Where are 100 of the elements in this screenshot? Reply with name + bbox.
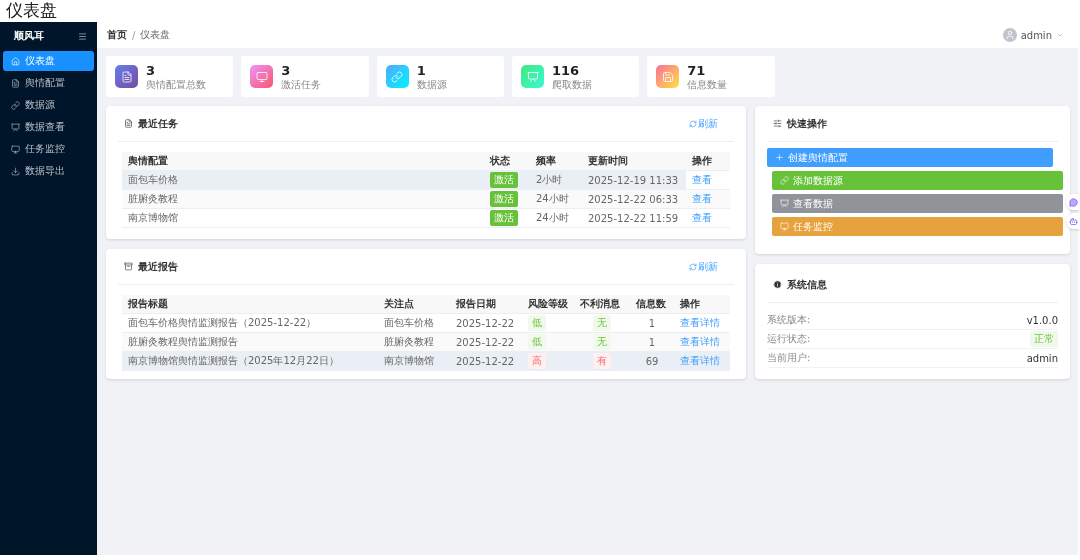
stat-value: 116 (552, 63, 581, 78)
floppy-icon (661, 70, 674, 83)
link-icon (780, 176, 789, 185)
robot-icon[interactable] (1068, 216, 1078, 226)
monitor-icon (11, 144, 20, 154)
refresh-link[interactable]: 刷新 (689, 116, 734, 131)
table-cell: 69 (630, 352, 674, 371)
status-tag: 正常 (1030, 331, 1058, 347)
sidebar-item[interactable]: 仪表盘 (3, 51, 94, 71)
table-cell: 2025-12-22 (450, 333, 522, 352)
document-icon (124, 119, 133, 128)
document-icon (120, 70, 133, 83)
quick-action-button[interactable]: 查看数据 (772, 194, 1063, 213)
sidebar-item[interactable]: 任务监控 (3, 139, 94, 159)
negative-news-tag: 无 (593, 334, 611, 350)
info-label: 当前用户: (767, 351, 811, 365)
stat-value: 3 (281, 63, 292, 78)
menu-icon[interactable] (78, 31, 87, 41)
sidebar-item[interactable]: 数据查看 (3, 117, 94, 137)
stat-label: 信息数量 (687, 78, 728, 90)
plus-icon (775, 153, 784, 162)
info-value: admin (1026, 352, 1058, 364)
card-title: 最近任务 (138, 116, 178, 131)
page-title: 仪表盘 (5, 0, 58, 22)
info-label: 运行状态: (767, 332, 811, 346)
breadcrumb-current: 仪表盘 (140, 28, 171, 42)
card-title: 快速操作 (787, 116, 827, 131)
table-cell: 脏腑灸教程 (378, 333, 450, 352)
column-header: 舆情配置 (122, 152, 484, 171)
table-cell: 脏腑灸教程 (122, 190, 484, 209)
details-link[interactable]: 查看详情 (680, 316, 720, 330)
info-value: v1.0.0 (1026, 314, 1058, 326)
table-cell: 2025-12-22 06:33 (582, 190, 686, 209)
column-header: 状态 (484, 152, 530, 171)
table-cell: 脏腑灸教程舆情监测报告 (122, 333, 378, 352)
sliders-icon (773, 119, 782, 128)
stat-value: 3 (146, 63, 157, 78)
column-header: 报告标题 (122, 295, 378, 314)
column-header: 报告日期 (450, 295, 522, 314)
tray-icon (124, 262, 133, 271)
table-cell: 2小时 (530, 171, 582, 190)
column-header: 频率 (530, 152, 582, 171)
negative-news-tag: 有 (593, 353, 611, 369)
monitor-icon (255, 70, 268, 83)
sidebar-item[interactable]: 数据源 (3, 95, 94, 115)
sidebar-item[interactable]: 数据导出 (3, 161, 94, 181)
negative-news-tag: 无 (593, 315, 611, 331)
info-label: 系统版本: (767, 313, 811, 327)
table-cell: 24小时 (530, 209, 582, 228)
download-icon (11, 166, 20, 176)
user-name[interactable]: admin (1020, 29, 1052, 41)
column-header: 信息数 (630, 295, 674, 314)
monitor-icon (780, 222, 789, 231)
table-cell: 24小时 (530, 190, 582, 209)
column-header: 关注点 (378, 295, 450, 314)
risk-tag: 低 (528, 315, 546, 331)
table-cell: 南京博物馆 (122, 209, 484, 228)
status-tag: 激活 (490, 210, 518, 226)
stat-value: 71 (687, 63, 707, 78)
view-link[interactable]: 查看 (692, 173, 712, 187)
card-title: 系统信息 (787, 277, 827, 292)
table-cell: 2025-12-19 11:33 (582, 171, 686, 190)
sidebar-item[interactable]: 舆情配置 (3, 73, 94, 93)
chat-icon[interactable] (1068, 197, 1078, 207)
column-header: 风险等级 (522, 295, 574, 314)
quick-action-button[interactable]: 添加数据源 (772, 171, 1063, 190)
column-header: 不利消息 (574, 295, 630, 314)
info-icon (773, 280, 782, 289)
link-icon (391, 70, 404, 83)
card-title: 最近报告 (138, 259, 178, 274)
easel-icon (780, 199, 789, 208)
table-cell: 1 (630, 333, 674, 352)
stat-label: 数据源 (416, 78, 447, 90)
quick-action-button[interactable]: 创建舆情配置 (767, 148, 1053, 167)
refresh-icon (689, 262, 697, 271)
risk-tag: 低 (528, 334, 546, 350)
table-cell: 面包车价格舆情监测报告（2025-12-22） (122, 314, 378, 333)
refresh-link[interactable]: 刷新 (689, 259, 734, 274)
stat-label: 激活任务 (281, 78, 322, 90)
stat-label: 舆情配置总数 (146, 78, 206, 90)
view-link[interactable]: 查看 (692, 211, 712, 225)
table-cell: 面包车价格 (122, 171, 484, 190)
column-header: 操作 (686, 152, 730, 171)
document-icon (11, 78, 20, 88)
refresh-icon (689, 119, 697, 128)
link-icon (11, 100, 20, 110)
breadcrumb-link[interactable]: 首页 (107, 28, 127, 42)
table-cell: 2025-12-22 (450, 352, 522, 371)
risk-tag: 高 (528, 353, 546, 369)
table-cell: 南京博物馆 (378, 352, 450, 371)
quick-action-button[interactable]: 任务监控 (772, 217, 1063, 236)
status-tag: 激活 (490, 172, 518, 188)
easel-icon (526, 70, 539, 83)
stat-label: 爬取数据 (552, 78, 592, 90)
table-cell: 面包车价格 (378, 314, 450, 333)
column-header: 操作 (674, 295, 730, 314)
avatar[interactable] (1002, 28, 1017, 42)
caret-icon[interactable] (1056, 31, 1064, 39)
easel-icon (11, 122, 20, 132)
status-tag: 激活 (490, 191, 518, 207)
